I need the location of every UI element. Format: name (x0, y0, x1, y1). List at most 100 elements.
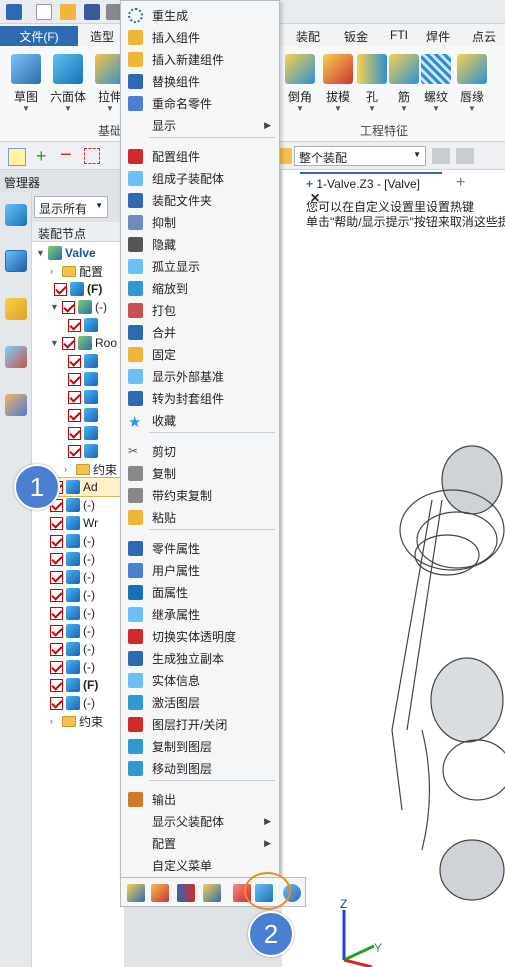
menu-item[interactable]: 零件属性 (121, 537, 279, 559)
image-tab-icon[interactable] (5, 346, 27, 368)
expander-icon[interactable]: ▼ (36, 248, 46, 258)
user-tab-icon[interactable] (5, 394, 27, 416)
menu-item[interactable]: 用户属性 (121, 559, 279, 581)
menu-item[interactable]: 继承属性 (121, 603, 279, 625)
menu-item[interactable]: 配置组件 (121, 145, 279, 167)
tree-row[interactable] (68, 370, 101, 388)
tree-row[interactable]: › 约束 (50, 712, 103, 730)
expander-icon[interactable]: › (64, 464, 74, 474)
view-tab-icon[interactable] (5, 298, 27, 320)
visibility-checkbox[interactable] (68, 426, 81, 440)
menu-item[interactable]: 缩放到 (121, 277, 279, 299)
tree-row[interactable]: (-) (50, 532, 95, 550)
tab-sheet-metal[interactable]: 钣金 (344, 28, 368, 45)
new-tab-button[interactable]: + (456, 174, 465, 192)
stamp-tool-icon[interactable] (456, 148, 474, 164)
menu-item[interactable]: 隐藏 (121, 233, 279, 255)
visibility-checkbox[interactable] (68, 354, 81, 368)
expander-icon[interactable]: › (50, 716, 60, 726)
visibility-checkbox[interactable] (62, 336, 75, 350)
tree-row[interactable]: (-) (50, 622, 95, 640)
layer-tool-icon[interactable] (432, 148, 450, 164)
tab-assembly[interactable]: 装配 (296, 28, 320, 45)
tab-fti[interactable]: FTI (390, 28, 408, 42)
menu-item[interactable]: 组成子装配体 (121, 167, 279, 189)
tree-row[interactable]: ▼ (-) (50, 298, 107, 316)
expander-icon[interactable]: › (50, 266, 60, 276)
tree-row[interactable]: (-) (50, 568, 95, 586)
menu-item[interactable]: 自定义菜单 (121, 854, 279, 876)
tree-row[interactable]: Ad (49, 477, 125, 497)
hexahedron-button[interactable]: 六面体 ▼ (48, 54, 88, 113)
3d-viewport[interactable]: Z Y (282, 170, 505, 967)
menu-item[interactable]: 转为封套组件 (121, 387, 279, 409)
history-tab-icon[interactable] (5, 204, 27, 226)
menu-item[interactable]: 装配文件夹 (121, 189, 279, 211)
menu-item[interactable]: 实体信息 (121, 669, 279, 691)
remove-icon[interactable]: − (60, 145, 72, 165)
menu-item[interactable]: 打包 (121, 299, 279, 321)
menu-item[interactable]: 输出 (121, 788, 279, 810)
visibility-checkbox[interactable] (50, 660, 63, 674)
tree-row[interactable]: (-) (50, 694, 95, 712)
assembly-tab-icon[interactable] (5, 250, 27, 272)
expander-icon[interactable]: ▼ (50, 338, 60, 348)
menu-item[interactable]: 插入组件 (121, 26, 279, 48)
visibility-checkbox[interactable] (50, 570, 63, 584)
visibility-checkbox[interactable] (50, 606, 63, 620)
menu-item[interactable]: 显示外部基准 (121, 365, 279, 387)
tab-point-cloud[interactable]: 点云 (472, 28, 496, 45)
tree-row[interactable]: (-) (50, 604, 95, 622)
tree-row[interactable] (68, 442, 101, 460)
document-tab[interactable]: + 1-Valve.Z3 - [Valve] ✕ (300, 172, 442, 205)
menu-item[interactable]: 配置 ▶ (121, 832, 279, 854)
visibility-checkbox[interactable] (68, 372, 81, 386)
sketch-button[interactable]: 草图 ▼ (6, 54, 46, 113)
tree-row[interactable] (68, 316, 101, 334)
tab-modeling[interactable]: 造型 (90, 28, 114, 45)
visibility-checkbox[interactable] (68, 390, 81, 404)
tree-row[interactable] (68, 406, 101, 424)
menu-item[interactable]: 替换组件 (121, 70, 279, 92)
menu-item[interactable]: 固定 (121, 343, 279, 365)
tree-row[interactable] (68, 388, 101, 406)
menu-item[interactable]: 带约束复制 (121, 484, 279, 506)
visibility-checkbox[interactable] (68, 318, 81, 332)
visibility-checkbox[interactable] (50, 624, 63, 638)
menu-item[interactable]: 激活图层 (121, 691, 279, 713)
box-select-icon[interactable] (84, 148, 100, 164)
edit-part-icon[interactable] (127, 884, 145, 902)
add-icon[interactable]: + (36, 147, 47, 165)
visibility-checkbox[interactable] (68, 408, 81, 422)
tree-row[interactable]: (F) (50, 676, 98, 694)
tree-row[interactable]: ▼ Valve (36, 244, 96, 262)
menu-item[interactable]: 面属性 (121, 581, 279, 603)
lip-button[interactable]: 唇缘 ▼ (452, 54, 492, 113)
menu-item[interactable]: 显示父装配体 ▶ (121, 810, 279, 832)
save-icon[interactable] (84, 4, 100, 20)
tree-row[interactable]: ▼ Roo (50, 334, 117, 352)
menu-item[interactable]: 插入新建组件 (121, 48, 279, 70)
menu-item[interactable]: 复制 (121, 462, 279, 484)
tree-row[interactable]: Wr (50, 514, 98, 532)
menu-item[interactable]: 切换实体透明度 (121, 625, 279, 647)
pick-cursor-icon[interactable] (8, 148, 26, 166)
tree-row[interactable]: (-) (50, 550, 95, 568)
visibility-checkbox[interactable] (62, 300, 75, 314)
visibility-checkbox[interactable] (50, 642, 63, 656)
visibility-checkbox[interactable] (50, 552, 63, 566)
tab-weldments[interactable]: 焊件 (426, 28, 450, 45)
move-component-icon[interactable] (177, 884, 195, 902)
tree-row[interactable]: › 配置 (50, 262, 103, 280)
assembly-scope-select[interactable]: 整个装配 ▼ (294, 146, 426, 166)
display-filter-select[interactable]: 显示所有 ▼ (34, 196, 108, 218)
menu-item[interactable]: 重命名零件 (121, 92, 279, 114)
menu-item[interactable]: 图层打开/关闭 (121, 713, 279, 735)
tree-row[interactable]: › 约束 (64, 460, 117, 478)
chamfer-button[interactable]: 倒角 ▼ (280, 54, 320, 113)
expander-icon[interactable]: ▼ (50, 302, 60, 312)
open-file-icon[interactable] (60, 4, 76, 20)
visibility-checkbox[interactable] (54, 282, 67, 296)
menu-item[interactable]: 重生成 (121, 4, 279, 26)
menu-item[interactable]: 孤立显示 (121, 255, 279, 277)
